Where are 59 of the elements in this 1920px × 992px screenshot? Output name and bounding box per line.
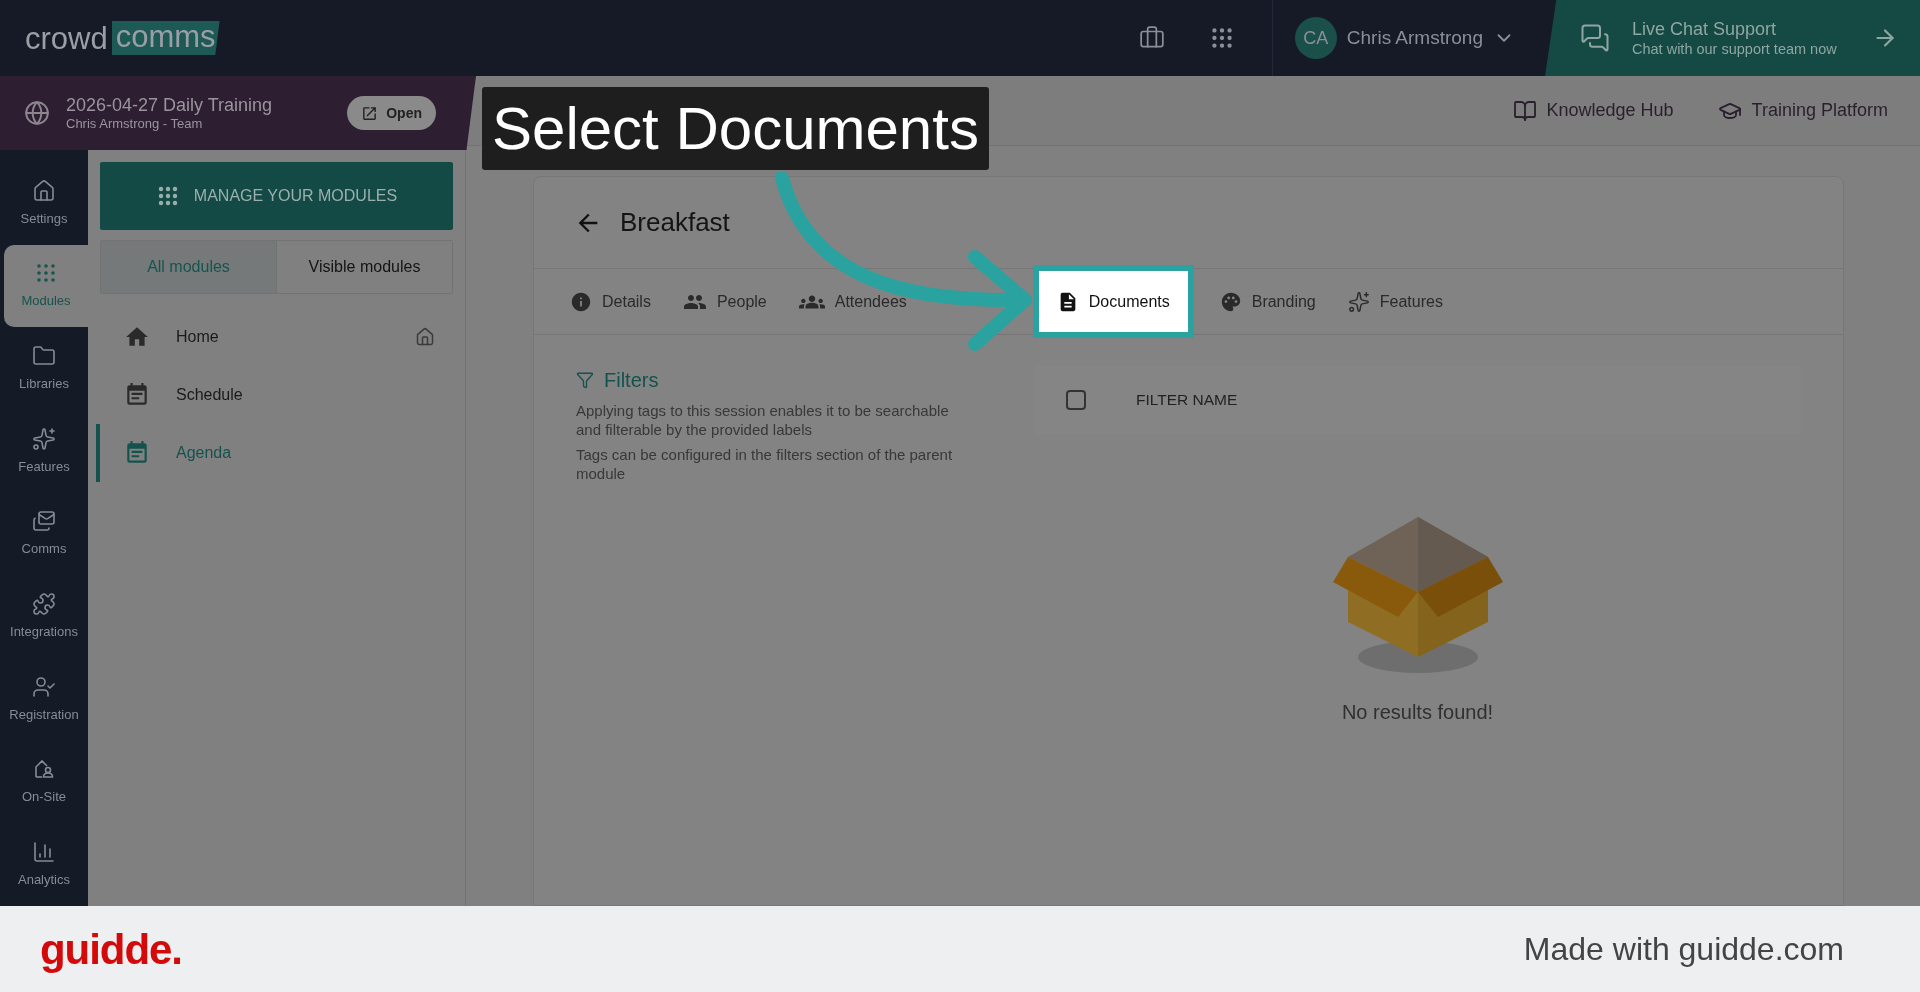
page-title: Breakfast <box>620 206 730 239</box>
event-title: 2026-04-27 Daily Training <box>66 93 273 117</box>
rail-item[interactable]: On-Site <box>0 740 88 824</box>
tab[interactable]: Features <box>1331 269 1459 334</box>
header-link[interactable]: Training Platform <box>1717 97 1888 124</box>
rail-item[interactable]: Settings <box>0 162 88 245</box>
chat-icon <box>1580 23 1610 53</box>
rail-item[interactable]: Libraries <box>0 327 88 410</box>
user-avatar: CA <box>1294 17 1337 59</box>
footer-credit: Made with guidde.com <box>1523 930 1844 969</box>
globe-icon <box>24 100 50 126</box>
info-icon <box>570 290 592 313</box>
bar-chart-icon <box>32 839 56 864</box>
mailbox-icon <box>32 509 56 534</box>
module-item[interactable]: Home <box>96 308 453 366</box>
rail-item[interactable]: Modules <box>4 244 88 328</box>
book-icon <box>1512 98 1537 123</box>
module-filter-tab[interactable]: Visible modules <box>276 241 452 293</box>
user-menu[interactable]: CA Chris Armstrong <box>1294 17 1515 59</box>
sparkles-icon <box>32 426 56 451</box>
logo: crowd comms <box>25 21 220 55</box>
column-header: FILTER NAME <box>1136 390 1238 411</box>
empty-state-message: No results found! <box>1341 700 1494 725</box>
event-subtitle: Chris Armstrong - Team <box>66 116 204 133</box>
select-all-checkbox[interactable] <box>1066 390 1086 410</box>
tab[interactable]: Details <box>554 269 667 334</box>
puzzle-icon <box>32 591 56 616</box>
home-icon <box>32 178 56 203</box>
filters-title: Filters <box>604 368 659 393</box>
palette-icon <box>1219 290 1242 313</box>
briefcase-icon <box>1138 25 1165 51</box>
manage-modules-button[interactable]: MANAGE YOUR MODULES <box>100 162 453 230</box>
live-chat-subtitle: Chat with our support team now <box>1632 40 1837 59</box>
rail-item[interactable]: Analytics <box>0 823 88 907</box>
filters-description: Applying tags to this session enables it to be searchable and filterable by the provided labels <box>576 401 950 439</box>
callout-label: Select Documents <box>482 87 989 170</box>
tab[interactable]: People <box>666 269 783 334</box>
live-chat-title: Live Chat Support <box>1632 17 1778 41</box>
header-link[interactable]: Knowledge Hub <box>1512 97 1674 124</box>
tab[interactable]: Attendees <box>782 269 923 334</box>
filter-icon <box>576 371 594 389</box>
user-check-icon <box>32 674 56 699</box>
tab[interactable]: Documents <box>1032 265 1194 338</box>
rail-item[interactable]: Integrations <box>0 575 88 659</box>
footer-logo: guidde. <box>40 924 182 975</box>
rail-item[interactable]: Comms <box>0 492 88 576</box>
module-item[interactable]: Agenda <box>96 424 453 482</box>
rail-item[interactable]: Registration <box>0 658 88 741</box>
open-button[interactable]: Open <box>347 96 436 130</box>
folder-icon <box>32 343 56 368</box>
module-item[interactable]: Schedule <box>96 366 453 424</box>
filters-description: Tags can be configured in the filters section of the parent module <box>576 445 954 483</box>
open-external-icon <box>361 104 379 122</box>
rail-item[interactable]: Features <box>0 410 88 493</box>
calendar-icon <box>124 382 150 408</box>
tab[interactable]: Branding <box>1203 269 1332 334</box>
sparkles-icon <box>1347 290 1370 313</box>
live-chat-panel[interactable]: Live Chat Support Chat with our support team now <box>1545 0 1920 76</box>
calendar-icon <box>124 440 150 466</box>
